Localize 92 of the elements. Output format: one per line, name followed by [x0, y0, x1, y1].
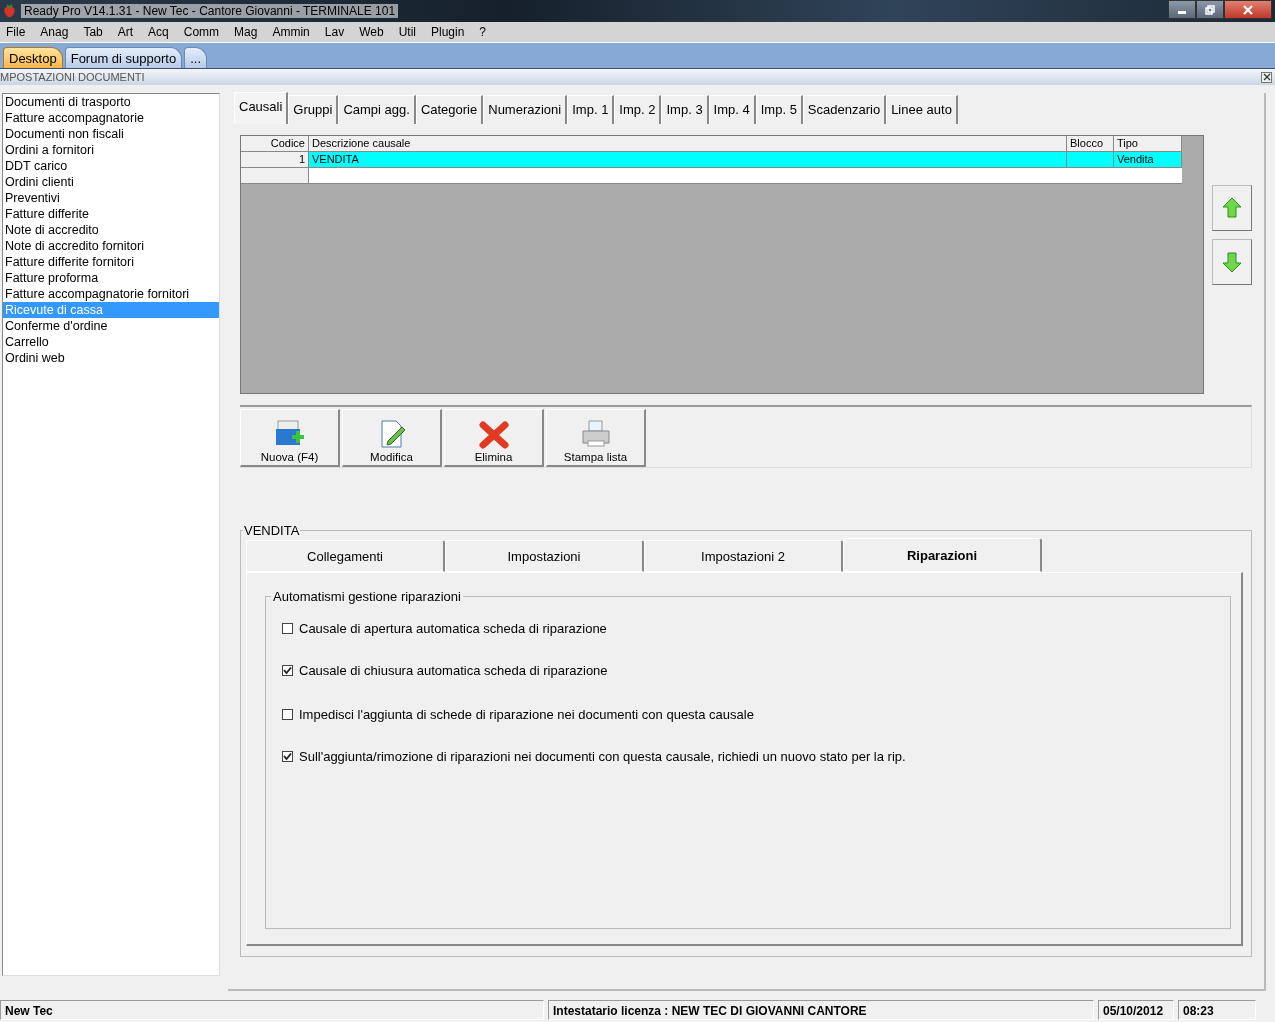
delete-button[interactable]: Elimina: [444, 409, 544, 467]
tab[interactable]: Categorie: [415, 95, 484, 124]
list-item[interactable]: Fatture differite fornitori: [3, 254, 219, 270]
checkbox-label[interactable]: Causale di chiusura automatica scheda di riparazione: [299, 662, 608, 678]
checkbox[interactable]: [282, 622, 293, 634]
status-license: Intestatario licenza : NEW TEC DI GIOVANNI CANTORE: [548, 1000, 1094, 1020]
list-item[interactable]: Carrello: [3, 334, 219, 350]
panel-title: MPOSTAZIONI DOCUMENTI: [0, 71, 145, 83]
menu-item[interactable]: Comm: [177, 25, 226, 39]
list-item[interactable]: Documenti non fiscali: [3, 126, 219, 142]
strawberry-icon: [3, 4, 16, 18]
tab[interactable]: Riparazioni: [843, 538, 1042, 572]
tab[interactable]: Scadenzario: [802, 95, 887, 124]
menu-item[interactable]: Art: [111, 25, 140, 39]
close-button[interactable]: [1224, 0, 1272, 19]
move-down-button[interactable]: [1212, 239, 1252, 285]
menu-item[interactable]: Web: [353, 25, 390, 39]
tab[interactable]: Numerazioni: [483, 95, 568, 124]
status-date: 05/10/2012: [1098, 1000, 1174, 1020]
restore-button[interactable]: [1196, 0, 1224, 19]
status-company: New Tec: [0, 1000, 544, 1020]
tab[interactable]: Imp. 2: [614, 95, 662, 124]
tab[interactable]: Collegamenti: [246, 540, 445, 572]
table-cell: [1067, 152, 1114, 168]
minimize-icon: [1178, 11, 1186, 14]
list-item[interactable]: Note di accredito: [3, 222, 219, 238]
tab[interactable]: Impostazioni 2: [644, 540, 843, 572]
app-tab[interactable]: Forum di supporto: [64, 47, 183, 68]
group-title: VENDITA: [243, 523, 301, 538]
tab[interactable]: Campi agg.: [338, 95, 416, 124]
tab[interactable]: Imp. 1: [567, 95, 615, 124]
menu-item[interactable]: Util: [392, 25, 422, 39]
column-header[interactable]: Blocco: [1067, 136, 1114, 152]
checkbox-label[interactable]: Causale di apertura automatica scheda di riparazione: [299, 620, 607, 636]
checkbox-label[interactable]: Sull'aggiunta/rimozione di riparazioni nei documenti con questa causale, richiedi un nuovo stato per la rip.: [299, 748, 906, 764]
move-up-button[interactable]: [1212, 185, 1252, 231]
panel-close-button[interactable]: [1261, 71, 1272, 83]
menu-item[interactable]: Acq: [142, 25, 175, 39]
menu-item[interactable]: Plugin: [424, 25, 471, 39]
list-item[interactable]: DDT carico: [3, 158, 219, 174]
tab[interactable]: Imp. 3: [661, 95, 709, 124]
menu-item[interactable]: Ammin: [266, 25, 316, 39]
menu-item[interactable]: Tab: [77, 25, 109, 39]
arrow-up-icon: [1222, 197, 1242, 219]
tab[interactable]: Impostazioni: [445, 540, 644, 572]
list-item[interactable]: Ordini a fornitori: [3, 142, 219, 158]
printer-icon: [579, 419, 612, 449]
column-header[interactable]: Tipo: [1114, 136, 1182, 152]
list-item[interactable]: Fatture differite: [3, 206, 219, 222]
tab[interactable]: Imp. 4: [708, 95, 756, 124]
new-button[interactable]: Nuova (F4): [240, 409, 340, 467]
list-item[interactable]: Ordini clienti: [3, 174, 219, 190]
menu-item[interactable]: Lav: [318, 25, 351, 39]
list-item[interactable]: Note di accredito fornitori: [3, 238, 219, 254]
column-header[interactable]: Codice: [241, 136, 309, 152]
table-cell: 1: [241, 152, 309, 168]
column-header[interactable]: Descrizione causale: [309, 136, 1067, 152]
checkbox-label[interactable]: Impedisci l'aggiunta di schede di riparazione nei documenti con questa causale: [299, 706, 754, 722]
menu-item[interactable]: ?: [473, 25, 492, 39]
list-item[interactable]: Fatture proforma: [3, 270, 219, 286]
minimize-button[interactable]: [1168, 0, 1196, 19]
tab[interactable]: Imp. 5: [755, 95, 803, 124]
group-title: Automatismi gestione riparazioni: [272, 589, 462, 604]
close-icon: [1242, 4, 1254, 15]
app-tab[interactable]: Desktop: [3, 47, 63, 68]
list-item[interactable]: Documenti di trasporto: [3, 94, 219, 110]
app-tab[interactable]: ...: [184, 47, 208, 68]
status-time: 08:23: [1178, 1000, 1256, 1020]
tab[interactable]: Causali: [234, 92, 289, 124]
tab[interactable]: Gruppi: [288, 95, 339, 124]
window-title: Ready Pro V14.1.31 - New Tec - Cantore Giovanni - TERMINALE 101: [21, 4, 399, 18]
empty-row[interactable]: [241, 168, 1182, 184]
menu-item[interactable]: File: [0, 25, 32, 39]
list-item[interactable]: Conferme d'ordine: [3, 318, 219, 334]
print-button[interactable]: Stampa lista: [546, 409, 646, 467]
checkbox[interactable]: [282, 708, 293, 720]
list-item[interactable]: Fatture accompagnatorie: [3, 110, 219, 126]
menu-item[interactable]: Mag: [228, 25, 264, 39]
list-item[interactable]: Fatture accompagnatorie fornitori: [3, 286, 219, 302]
close-icon: [1262, 73, 1271, 81]
edit-button[interactable]: Modifica: [342, 409, 442, 467]
list-item[interactable]: Ordini web: [3, 350, 219, 366]
menu-item[interactable]: Anag: [34, 25, 75, 39]
list-item[interactable]: Preventivi: [3, 190, 219, 206]
cross-icon: [477, 419, 510, 449]
table-cell: VENDITA: [309, 152, 1067, 168]
table-cell: Vendita: [1114, 152, 1182, 168]
arrow-down-icon: [1222, 251, 1242, 273]
checkbox[interactable]: [282, 750, 293, 762]
restore-icon: [1205, 4, 1215, 15]
tab[interactable]: Linee auto: [886, 95, 958, 124]
checkbox[interactable]: [282, 664, 293, 676]
